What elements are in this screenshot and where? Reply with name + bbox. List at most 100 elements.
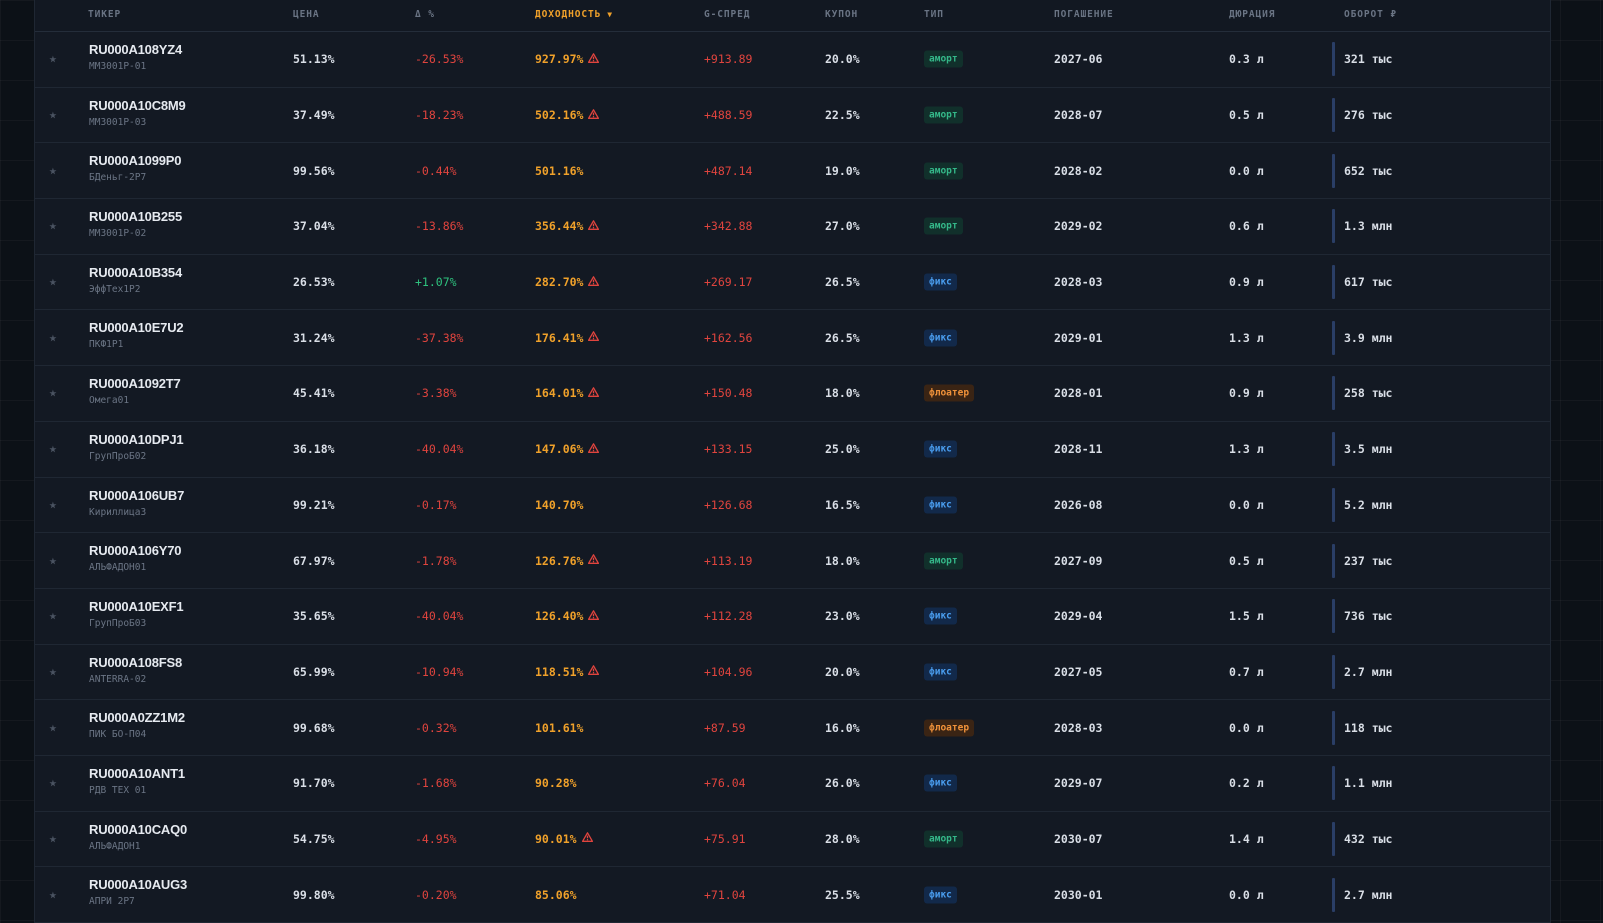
- ticker[interactable]: RU000A1099P0: [89, 154, 181, 167]
- yield-cell: 502.16%: [535, 108, 600, 122]
- gspread-cell: +126.68: [704, 497, 753, 512]
- maturity-cell: 2027-09: [1054, 553, 1103, 568]
- turnover-cell: 321 тыс: [1344, 52, 1393, 67]
- favorite-star-icon[interactable]: ★: [49, 497, 57, 512]
- bond-name: ПКФ1Р1: [89, 339, 124, 351]
- column-header-change[interactable]: Δ %: [415, 9, 435, 20]
- yield-cell: 126.76%: [535, 554, 600, 568]
- favorite-star-icon[interactable]: ★: [49, 219, 57, 234]
- gspread-cell: +488.59: [704, 108, 753, 123]
- favorite-star-icon[interactable]: ★: [49, 330, 57, 345]
- ticker[interactable]: RU000A106Y70: [89, 544, 181, 557]
- turnover-bar: [1332, 376, 1335, 411]
- table-row[interactable]: ★ RU000A106UB7 Кириллица3 99.21% -0.17% 140.7…: [35, 478, 1550, 534]
- ticker[interactable]: RU000A10AUG3: [89, 878, 187, 891]
- ticker[interactable]: RU000A10ANT1: [89, 767, 185, 780]
- bond-name: ММЗ001Р-03: [89, 116, 147, 128]
- table-row[interactable]: ★ RU000A1092T7 Омега01 45.41% -3.38% 164.01% +…: [35, 366, 1550, 422]
- favorite-star-icon[interactable]: ★: [49, 553, 57, 568]
- table-row[interactable]: ★ RU000A108FS8 ANTERRA-02 65.99% -10.94% 118.…: [35, 645, 1550, 701]
- bond-name: ГрупПроБ02: [89, 450, 147, 462]
- table-row[interactable]: ★ RU000A106Y70 АЛЬФАДОН01 67.97% -1.78% 126.7…: [35, 533, 1550, 589]
- column-header-gspread[interactable]: G-СПРЕД: [704, 9, 750, 20]
- ticker[interactable]: RU000A10B354: [89, 266, 182, 279]
- favorite-star-icon[interactable]: ★: [49, 776, 57, 791]
- table-row[interactable]: ★ RU000A10C8M9 ММЗ001Р-03 37.49% -18.23% 502.…: [35, 88, 1550, 144]
- ticker[interactable]: RU000A10DPJ1: [89, 433, 184, 446]
- price-cell: 99.68%: [293, 720, 335, 735]
- favorite-star-icon[interactable]: ★: [49, 664, 57, 679]
- column-header-duration[interactable]: ДЮРАЦИЯ: [1229, 9, 1275, 20]
- favorite-star-icon[interactable]: ★: [49, 609, 57, 624]
- column-header-coupon[interactable]: КУПОН: [825, 9, 858, 20]
- turnover-cell: 1.1 млн: [1344, 776, 1393, 791]
- column-header-turnover[interactable]: ОБОРОТ ₽: [1344, 9, 1397, 20]
- turnover-bar: [1332, 265, 1335, 300]
- gspread-cell: +112.28: [704, 609, 753, 624]
- bond-name: ПИК БО-П04: [89, 729, 147, 741]
- turnover-cell: 617 тыс: [1344, 275, 1393, 290]
- favorite-star-icon[interactable]: ★: [49, 275, 57, 290]
- favorite-star-icon[interactable]: ★: [49, 386, 57, 401]
- favorite-star-icon[interactable]: ★: [49, 52, 57, 67]
- table-row[interactable]: ★ RU000A0ZZ1M2 ПИК БО-П04 99.68% -0.32% 101.6…: [35, 700, 1550, 756]
- ticker[interactable]: RU000A10C8M9: [89, 99, 186, 112]
- table-row[interactable]: ★ RU000A10CAQ0 АЛЬФАДОН1 54.75% -4.95% 90.01%…: [35, 812, 1550, 868]
- table-row[interactable]: ★ RU000A10B255 ММЗ001Р-02 37.04% -13.86% 356.…: [35, 199, 1550, 255]
- coupon-cell: 26.5%: [825, 330, 860, 345]
- maturity-cell: 2029-01: [1054, 330, 1103, 345]
- ticker[interactable]: RU000A106UB7: [89, 489, 184, 502]
- table-row[interactable]: ★ RU000A10DPJ1 ГрупПроБ02 36.18% -40.04% 147.…: [35, 422, 1550, 478]
- favorite-star-icon[interactable]: ★: [49, 887, 57, 902]
- table-row[interactable]: ★ RU000A10ANT1 РДВ ТЕХ 01 91.70% -1.68% 90.28…: [35, 756, 1550, 812]
- ticker[interactable]: RU000A1092T7: [89, 377, 181, 390]
- yield-cell: 126.40%: [535, 609, 600, 624]
- yield-cell: 176.41%: [535, 330, 600, 345]
- column-header-maturity[interactable]: ПОГАШЕНИЕ: [1054, 9, 1114, 20]
- table-row[interactable]: ★ RU000A10E7U2 ПКФ1Р1 31.24% -37.38% 176.41% +…: [35, 310, 1550, 367]
- ticker[interactable]: RU000A10B255: [89, 210, 182, 223]
- yield-value: 140.70%: [535, 497, 584, 512]
- duration-cell: 0.9 л: [1229, 386, 1264, 401]
- turnover-cell: 736 тыс: [1344, 609, 1393, 624]
- table-row[interactable]: ★ RU000A10B354 ЭффТех1Р2 26.53% +1.07% 282.70…: [35, 255, 1550, 311]
- favorite-star-icon[interactable]: ★: [49, 108, 57, 123]
- ticker[interactable]: RU000A10CAQ0: [89, 823, 187, 836]
- favorite-star-icon[interactable]: ★: [49, 720, 57, 735]
- yield-value: 282.70%: [535, 275, 584, 290]
- ticker-cell: RU000A10ANT1 РДВ ТЕХ 01: [89, 767, 185, 796]
- yield-value: 176.41%: [535, 330, 584, 345]
- ticker[interactable]: RU000A10EXF1: [89, 600, 184, 613]
- table-row[interactable]: ★ RU000A1099P0 БДеньг-2Р7 99.56% -0.44% 501.1…: [35, 143, 1550, 200]
- type-badge: фикс: [924, 273, 957, 291]
- price-cell: 65.99%: [293, 664, 335, 679]
- duration-cell: 0.5 л: [1229, 108, 1264, 123]
- ticker-cell: RU000A106Y70 АЛЬФАДОН01: [89, 544, 181, 573]
- ticker[interactable]: RU000A0ZZ1M2: [89, 711, 185, 724]
- table-row[interactable]: ★ RU000A108YZ4 ММЗ001Р-01 51.13% -26.53% 927.…: [35, 32, 1550, 88]
- turnover-cell: 118 тыс: [1344, 720, 1393, 735]
- column-header-ticker[interactable]: ТИКЕР: [88, 9, 121, 20]
- column-header-price[interactable]: ЦЕНА: [293, 9, 319, 20]
- column-header-yield[interactable]: ДОХОДНОСТЬ ▼: [535, 9, 613, 20]
- duration-cell: 0.2 л: [1229, 776, 1264, 791]
- favorite-star-icon[interactable]: ★: [49, 831, 57, 846]
- column-header-type[interactable]: ТИП: [924, 9, 944, 20]
- price-cell: 54.75%: [293, 831, 335, 846]
- bond-name: АЛЬФАДОН1: [89, 840, 141, 852]
- price-cell: 99.80%: [293, 887, 335, 902]
- yield-value: 126.40%: [535, 609, 584, 624]
- yield-value: 118.51%: [535, 664, 584, 679]
- coupon-cell: 26.0%: [825, 776, 860, 791]
- ticker[interactable]: RU000A108YZ4: [89, 43, 182, 56]
- change-cell: +1.07%: [415, 275, 457, 290]
- favorite-star-icon[interactable]: ★: [49, 442, 57, 457]
- gspread-cell: +487.14: [704, 163, 753, 178]
- duration-cell: 0.9 л: [1229, 275, 1264, 290]
- favorite-star-icon[interactable]: ★: [49, 163, 57, 178]
- ticker[interactable]: RU000A10E7U2: [89, 321, 184, 334]
- table-row[interactable]: ★ RU000A10EXF1 ГрупПроБ03 35.65% -40.04% 126.…: [35, 589, 1550, 645]
- table-row[interactable]: ★ RU000A10AUG3 АПРИ 2Р7 99.80% -0.20% 85.06% +…: [35, 867, 1550, 923]
- ticker[interactable]: RU000A108FS8: [89, 656, 182, 669]
- type-badge: фикс: [924, 607, 957, 625]
